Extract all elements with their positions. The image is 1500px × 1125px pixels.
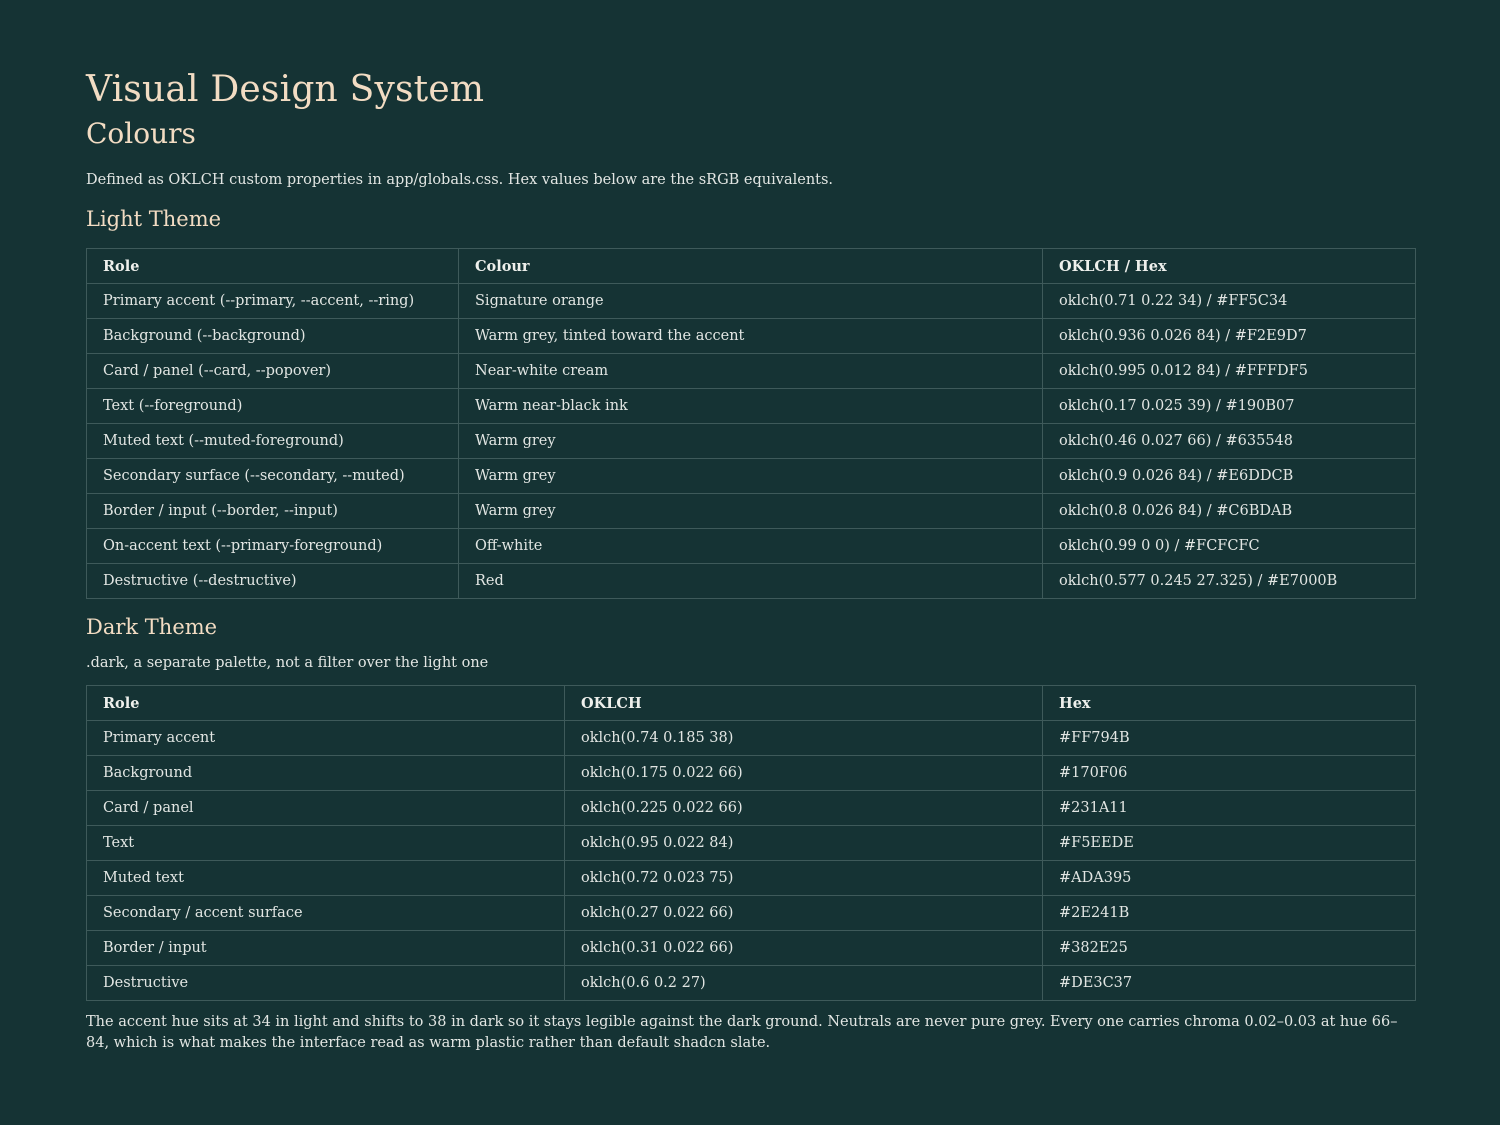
- colour-cell: Near-white cream: [458, 353, 1043, 389]
- column-header-colour: Colour: [458, 248, 1043, 284]
- table-header-row: Role Colour OKLCH / Hex: [86, 248, 1416, 284]
- colour-cell: Warm grey: [458, 458, 1043, 494]
- role-cell: Border / input (--border, --input): [86, 493, 459, 529]
- role-cell: Secondary / accent surface: [86, 895, 565, 931]
- table-row: Destructive oklch(0.6 0.2 27) #DE3C37: [86, 965, 1416, 1001]
- role-cell: Text (--foreground): [86, 388, 459, 424]
- role-cell: Border / input: [86, 930, 565, 966]
- column-header-hex: Hex: [1042, 685, 1416, 721]
- oklch-cell: oklch(0.72 0.023 75): [564, 860, 1043, 896]
- oklch-hex-cell: oklch(0.46 0.027 66) / #635548: [1042, 423, 1416, 459]
- oklch-cell: oklch(0.74 0.185 38): [564, 720, 1043, 756]
- column-header-oklch-hex: OKLCH / Hex: [1042, 248, 1416, 284]
- role-cell: Primary accent (--primary, --accent, --r…: [86, 283, 459, 319]
- role-cell: Text: [86, 825, 565, 861]
- document: Visual Design System Colours Defined as …: [86, 66, 1416, 1054]
- table-row: Border / input (--border, --input) Warm g…: [86, 493, 1416, 529]
- role-cell: Card / panel: [86, 790, 565, 826]
- oklch-cell: oklch(0.175 0.022 66): [564, 755, 1043, 791]
- table-row: Text (--foreground) Warm near-black ink ok…: [86, 388, 1416, 424]
- oklch-hex-cell: oklch(0.99 0 0) / #FCFCFC: [1042, 528, 1416, 564]
- table-row: Background (--background) Warm grey, tint…: [86, 318, 1416, 354]
- table-row: Card / panel (--card, --popover) Near-whi…: [86, 353, 1416, 389]
- table-row: Muted text (--muted-foreground) Warm grey…: [86, 423, 1416, 459]
- colour-cell: Signature orange: [458, 283, 1043, 319]
- hex-cell: #382E25: [1042, 930, 1416, 966]
- role-cell: Destructive (--destructive): [86, 563, 459, 599]
- dark-theme-subtitle: .dark, a separate palette, not a filter …: [86, 655, 489, 671]
- footer-paragraph: The accent hue sits at 34 in light and s…: [86, 1014, 1398, 1051]
- oklch-hex-cell: oklch(0.577 0.245 27.325) / #E7000B: [1042, 563, 1416, 599]
- colour-cell: Warm grey, tinted toward the accent: [458, 318, 1043, 354]
- table-row: On-accent text (--primary-foreground) Off…: [86, 528, 1416, 564]
- role-cell: Destructive: [86, 965, 565, 1001]
- role-cell: Background (--background): [86, 318, 459, 354]
- hex-cell: #FF794B: [1042, 720, 1416, 756]
- table-row: Background oklch(0.175 0.022 66) #170F06: [86, 755, 1416, 791]
- table-row: Muted text oklch(0.72 0.023 75) #ADA395: [86, 860, 1416, 896]
- table-header-row: Role OKLCH Hex: [86, 685, 1416, 721]
- table-row: Secondary / accent surface oklch(0.27 0.0…: [86, 895, 1416, 931]
- light-theme-table: Role Colour OKLCH / Hex Primary accent (…: [86, 248, 1416, 599]
- table-row: Border / input oklch(0.31 0.022 66) #382E2…: [86, 930, 1416, 966]
- colour-cell: Warm grey: [458, 493, 1043, 529]
- role-cell: On-accent text (--primary-foreground): [86, 528, 459, 564]
- oklch-hex-cell: oklch(0.9 0.026 84) / #E6DDCB: [1042, 458, 1416, 494]
- oklch-cell: oklch(0.31 0.022 66): [564, 930, 1043, 966]
- colour-cell: Red: [458, 563, 1043, 599]
- hex-cell: #231A11: [1042, 790, 1416, 826]
- colour-cell: Off-white: [458, 528, 1043, 564]
- dark-theme-table: Role OKLCH Hex Primary accent oklch(0.74 …: [86, 685, 1416, 1001]
- hex-cell: #DE3C37: [1042, 965, 1416, 1001]
- role-cell: Secondary surface (--secondary, --muted): [86, 458, 459, 494]
- role-cell: Muted text (--muted-foreground): [86, 423, 459, 459]
- dark-theme-heading: Dark Theme: [86, 615, 218, 639]
- oklch-hex-cell: oklch(0.936 0.026 84) / #F2E9D7: [1042, 318, 1416, 354]
- role-cell: Background: [86, 755, 565, 791]
- table-row: Destructive (--destructive) Red oklch(0.57…: [86, 563, 1416, 599]
- oklch-cell: oklch(0.225 0.022 66): [564, 790, 1043, 826]
- oklch-hex-cell: oklch(0.71 0.22 34) / #FF5C34: [1042, 283, 1416, 319]
- section-heading-colours: Colours: [86, 117, 196, 150]
- oklch-cell: oklch(0.95 0.022 84): [564, 825, 1043, 861]
- oklch-cell: oklch(0.27 0.022 66): [564, 895, 1043, 931]
- role-cell: Muted text: [86, 860, 565, 896]
- column-header-role: Role: [86, 248, 459, 284]
- table-row: Text oklch(0.95 0.022 84) #F5EEDE: [86, 825, 1416, 861]
- oklch-cell: oklch(0.6 0.2 27): [564, 965, 1043, 1001]
- column-header-oklch: OKLCH: [564, 685, 1043, 721]
- colour-cell: Warm grey: [458, 423, 1043, 459]
- oklch-hex-cell: oklch(0.17 0.025 39) / #190B07: [1042, 388, 1416, 424]
- table-row: Card / panel oklch(0.225 0.022 66) #231A11: [86, 790, 1416, 826]
- oklch-hex-cell: oklch(0.995 0.012 84) / #FFFDF5: [1042, 353, 1416, 389]
- intro-paragraph: Defined as OKLCH custom properties in ap…: [86, 172, 834, 188]
- table-row: Primary accent (--primary, --accent, --r…: [86, 283, 1416, 319]
- hex-cell: #ADA395: [1042, 860, 1416, 896]
- page-title: Visual Design System: [86, 69, 485, 110]
- hex-cell: #F5EEDE: [1042, 825, 1416, 861]
- role-cell: Card / panel (--card, --popover): [86, 353, 459, 389]
- hex-cell: #170F06: [1042, 755, 1416, 791]
- table-row: Secondary surface (--secondary, --muted)…: [86, 458, 1416, 494]
- column-header-role: Role: [86, 685, 565, 721]
- light-theme-heading: Light Theme: [86, 207, 222, 231]
- role-cell: Primary accent: [86, 720, 565, 756]
- colour-cell: Warm near-black ink: [458, 388, 1043, 424]
- hex-cell: #2E241B: [1042, 895, 1416, 931]
- oklch-hex-cell: oklch(0.8 0.026 84) / #C6BDAB: [1042, 493, 1416, 529]
- table-row: Primary accent oklch(0.74 0.185 38) #FF794…: [86, 720, 1416, 756]
